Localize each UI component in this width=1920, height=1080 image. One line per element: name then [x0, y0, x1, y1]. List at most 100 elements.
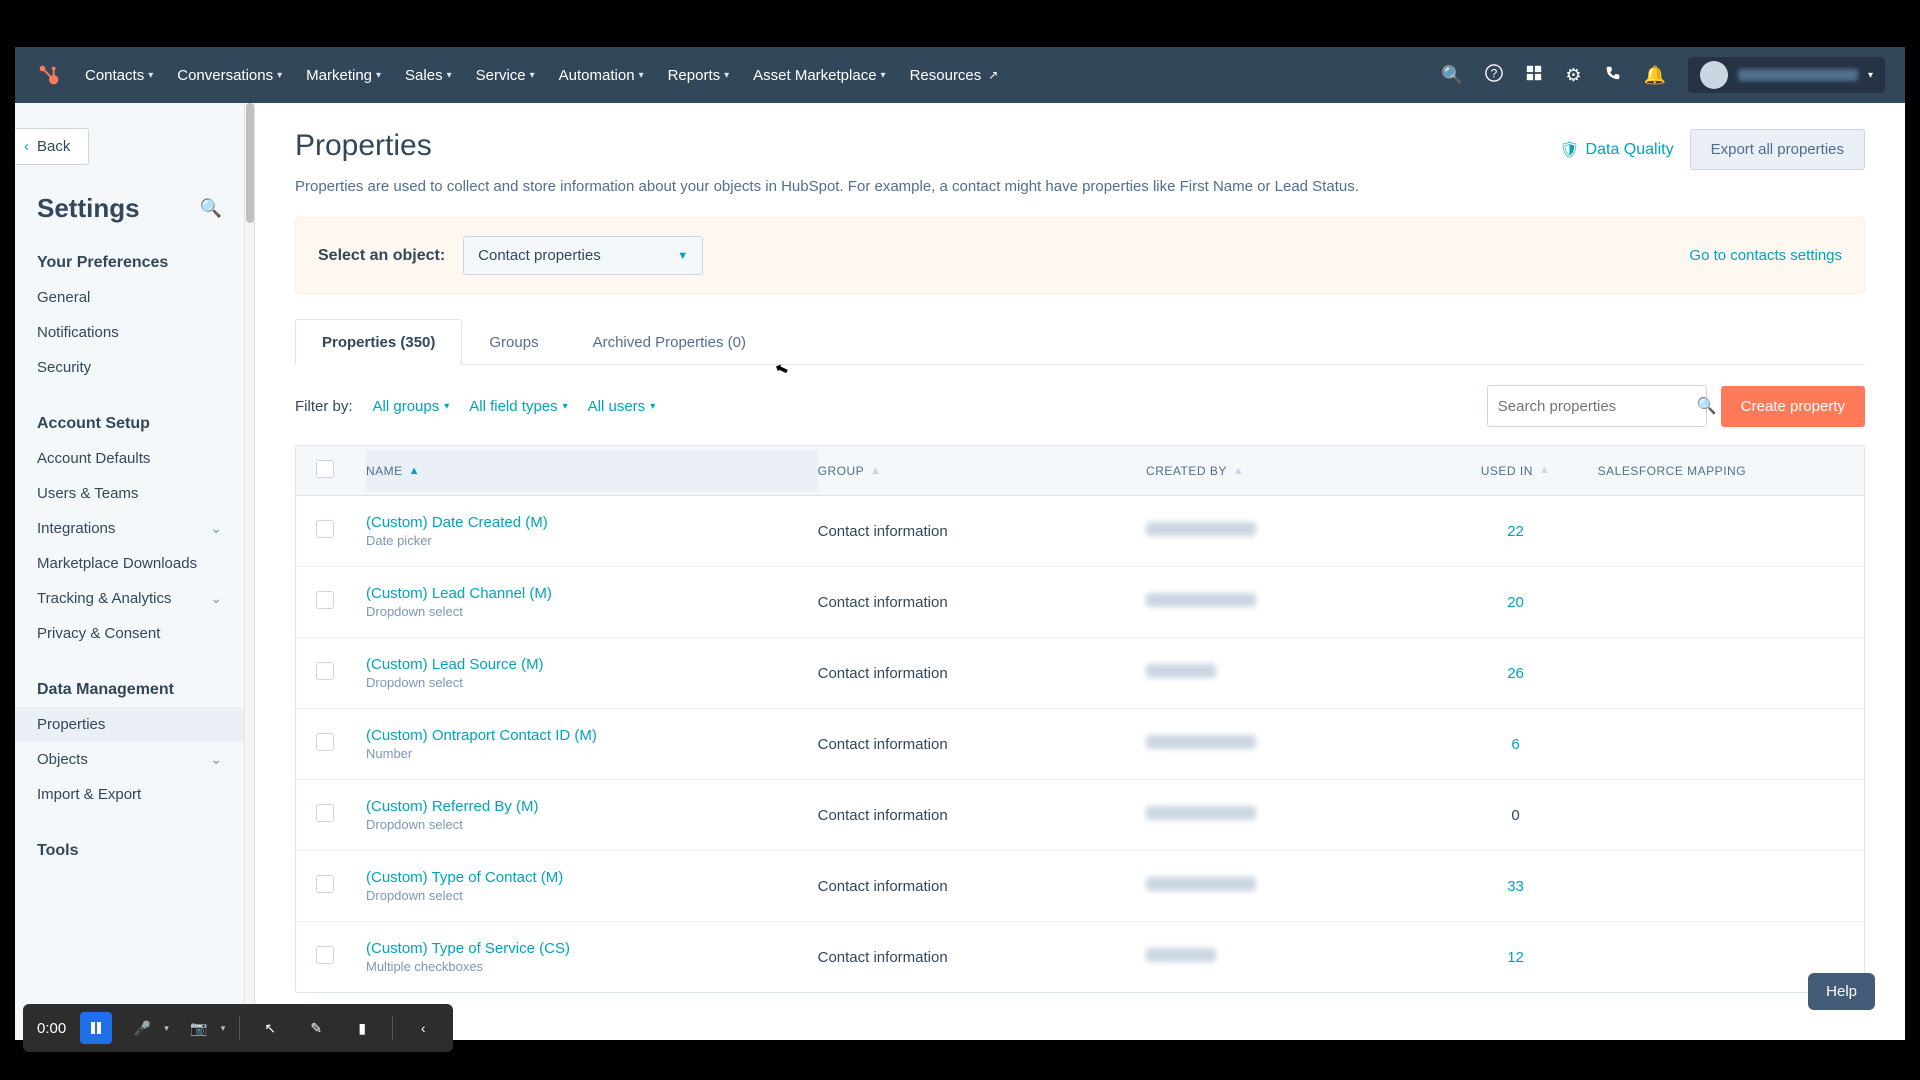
- sidebar-item-notifications[interactable]: Notifications: [15, 315, 244, 350]
- search-icon: 🔍: [1697, 396, 1717, 416]
- sidebar-item-properties[interactable]: Properties: [15, 707, 244, 742]
- row-checkbox[interactable]: [316, 804, 334, 822]
- nav-contacts[interactable]: Contacts▾: [85, 67, 153, 84]
- pen-tool-icon[interactable]: ✎: [300, 1012, 332, 1044]
- back-button[interactable]: ‹ Back: [15, 128, 89, 165]
- create-property-button[interactable]: Create property: [1721, 386, 1865, 427]
- sidebar-item-import-export[interactable]: Import & Export: [15, 777, 244, 812]
- help-icon[interactable]: ?: [1485, 64, 1503, 87]
- filter-groups[interactable]: All groups▾: [373, 398, 450, 415]
- nav-reports[interactable]: Reports▾: [668, 67, 730, 84]
- property-name-link[interactable]: (Custom) Ontraport Contact ID (M): [366, 727, 818, 744]
- row-checkbox[interactable]: [316, 520, 334, 538]
- property-name-link[interactable]: (Custom) Referred By (M): [366, 798, 818, 815]
- used-in-count[interactable]: 12: [1433, 949, 1597, 966]
- column-name[interactable]: NAME▲: [366, 450, 818, 492]
- top-nav: Contacts▾ Conversations▾ Marketing▾ Sale…: [15, 47, 1905, 103]
- table-row: (Custom) Date Created (M)Date picker Con…: [296, 496, 1864, 567]
- sidebar-section-data: Data Management: [15, 669, 244, 707]
- column-salesforce: SALESFORCE MAPPING: [1598, 464, 1844, 478]
- column-group[interactable]: GROUP▲: [818, 464, 1146, 478]
- collapse-icon[interactable]: ‹: [407, 1012, 439, 1044]
- nav-marketing[interactable]: Marketing▾: [306, 67, 381, 84]
- row-checkbox[interactable]: [316, 662, 334, 680]
- used-in-count[interactable]: 33: [1433, 878, 1597, 895]
- chevron-down-icon: ⌄: [210, 751, 222, 768]
- hubspot-logo-icon[interactable]: [35, 61, 63, 89]
- sidebar-item-general[interactable]: General: [15, 280, 244, 315]
- camera-off-icon[interactable]: 📷: [183, 1012, 215, 1044]
- row-checkbox[interactable]: [316, 733, 334, 751]
- sidebar-item-tracking-analytics[interactable]: Tracking & Analytics⌄: [15, 581, 244, 616]
- property-name-link[interactable]: (Custom) Type of Contact (M): [366, 869, 818, 886]
- nav-resources[interactable]: Resources↗: [910, 67, 999, 84]
- row-checkbox[interactable]: [316, 946, 334, 964]
- settings-icon[interactable]: ⚙: [1565, 65, 1581, 86]
- settings-sidebar: ‹ Back Settings 🔍 Your Preferences Gener…: [15, 103, 245, 1040]
- property-name-link[interactable]: (Custom) Lead Channel (M): [366, 585, 818, 602]
- sort-icon: ▲: [870, 465, 881, 477]
- account-menu[interactable]: ▾: [1688, 57, 1885, 93]
- table-row: (Custom) Lead Channel (M)Dropdown select…: [296, 567, 1864, 638]
- used-in-count[interactable]: 20: [1433, 594, 1597, 611]
- goto-contacts-settings-link[interactable]: Go to contacts settings: [1689, 247, 1842, 264]
- column-created-by[interactable]: CREATED BY▲: [1146, 464, 1433, 478]
- sidebar-item-privacy-consent[interactable]: Privacy & Consent: [15, 616, 244, 651]
- select-all-checkbox[interactable]: [316, 460, 334, 478]
- sidebar-item-users-teams[interactable]: Users & Teams: [15, 476, 244, 511]
- sidebar-scrollbar[interactable]: [245, 103, 255, 1040]
- created-by: [1146, 735, 1256, 749]
- created-by: [1146, 877, 1256, 891]
- row-checkbox[interactable]: [316, 875, 334, 893]
- notifications-icon[interactable]: 🔔: [1644, 65, 1666, 86]
- tab-archived[interactable]: Archived Properties (0): [566, 319, 773, 365]
- help-button[interactable]: Help: [1808, 973, 1875, 1010]
- sidebar-section-account: Account Setup: [15, 403, 244, 441]
- nav-sales[interactable]: Sales▾: [405, 67, 452, 84]
- used-in-count[interactable]: 6: [1433, 736, 1597, 753]
- tab-properties[interactable]: Properties (350): [295, 319, 462, 365]
- property-type: Date picker: [366, 533, 818, 548]
- sidebar-item-account-defaults[interactable]: Account Defaults: [15, 441, 244, 476]
- sidebar-item-objects[interactable]: Objects⌄: [15, 742, 244, 777]
- search-properties-box[interactable]: 🔍: [1487, 385, 1707, 427]
- used-in-count[interactable]: 26: [1433, 665, 1597, 682]
- search-icon[interactable]: 🔍: [1441, 65, 1463, 86]
- export-all-button[interactable]: Export all properties: [1690, 129, 1865, 170]
- nav-automation[interactable]: Automation▾: [559, 67, 644, 84]
- highlighter-tool-icon[interactable]: ▮: [346, 1012, 378, 1044]
- search-input[interactable]: [1498, 398, 1697, 415]
- settings-title: Settings: [37, 193, 140, 224]
- nav-conversations[interactable]: Conversations▾: [177, 67, 282, 84]
- property-type: Multiple checkboxes: [366, 959, 818, 974]
- marketplace-icon[interactable]: [1525, 64, 1543, 87]
- column-used-in[interactable]: USED IN▲: [1433, 464, 1597, 478]
- page-title: Properties: [295, 129, 432, 163]
- mic-off-icon[interactable]: 🎤: [126, 1012, 158, 1044]
- nav-items: Contacts▾ Conversations▾ Marketing▾ Sale…: [85, 67, 998, 84]
- sidebar-item-integrations[interactable]: Integrations⌄: [15, 511, 244, 546]
- account-name: [1738, 69, 1858, 81]
- calling-icon[interactable]: [1604, 64, 1622, 87]
- property-name-link[interactable]: (Custom) Lead Source (M): [366, 656, 818, 673]
- settings-search-icon[interactable]: 🔍: [200, 198, 222, 219]
- sidebar-item-security[interactable]: Security: [15, 350, 244, 385]
- pointer-tool-icon[interactable]: ↖: [254, 1012, 286, 1044]
- row-checkbox[interactable]: [316, 591, 334, 609]
- property-group: Contact information: [818, 594, 1146, 611]
- sort-asc-icon: ▲: [409, 465, 420, 477]
- property-name-link[interactable]: (Custom) Date Created (M): [366, 514, 818, 531]
- sidebar-item-marketplace-downloads[interactable]: Marketplace Downloads: [15, 546, 244, 581]
- filter-users[interactable]: All users▾: [588, 398, 656, 415]
- sort-icon: ▲: [1539, 464, 1550, 478]
- object-select[interactable]: Contact properties ▼: [463, 236, 703, 275]
- nav-asset-marketplace[interactable]: Asset Marketplace▾: [753, 67, 885, 84]
- nav-right: 🔍 ? ⚙ 🔔 ▾: [1441, 57, 1885, 93]
- nav-service[interactable]: Service▾: [476, 67, 535, 84]
- tab-groups[interactable]: Groups: [462, 319, 565, 365]
- pause-button[interactable]: [80, 1012, 112, 1044]
- filter-field-types[interactable]: All field types▾: [469, 398, 567, 415]
- data-quality-link[interactable]: 🛡 Data Quality: [1559, 140, 1673, 160]
- property-name-link[interactable]: (Custom) Type of Service (CS): [366, 940, 818, 957]
- used-in-count[interactable]: 22: [1433, 523, 1597, 540]
